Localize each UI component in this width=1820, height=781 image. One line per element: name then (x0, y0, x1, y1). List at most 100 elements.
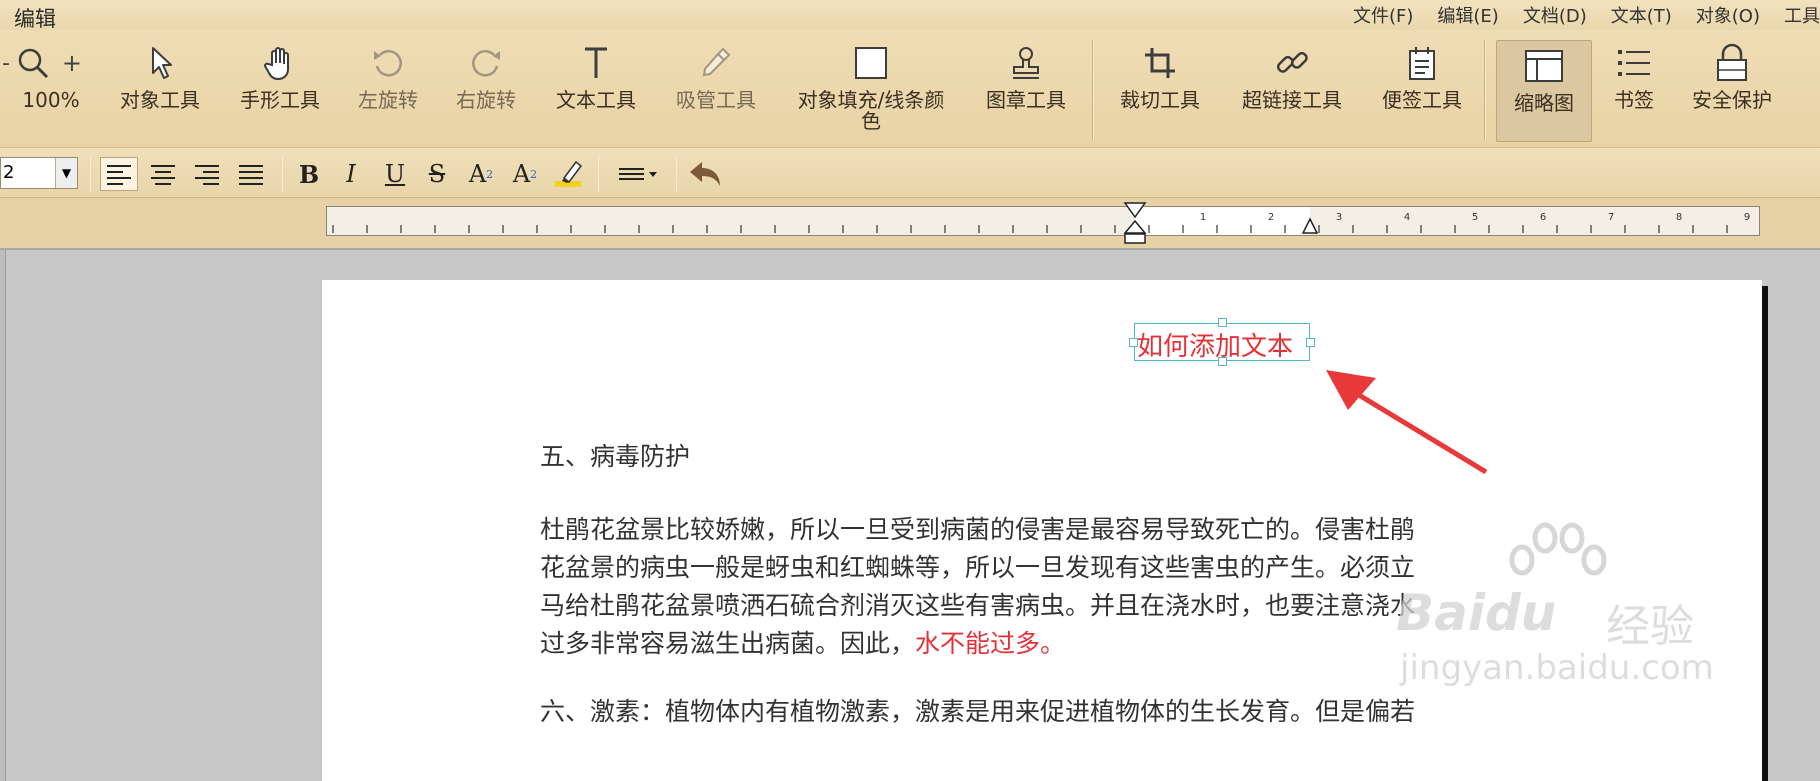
align-right-icon (195, 165, 219, 185)
tool-fill-color-label-2: 色 (861, 109, 881, 133)
window-title: 编辑 (14, 7, 56, 31)
tool-bookmark-label: 书签 (1614, 88, 1654, 112)
format-toolbar: 2 ▼ B I U S A2 A2 (0, 148, 1820, 198)
stamp-icon (1013, 47, 1039, 79)
superscript-letter: A (468, 160, 487, 188)
ruler-number: 4 (1404, 212, 1410, 223)
paragraph-line-2: 花盆景的病虫一般是蚜虫和红蜘蛛等，所以一旦发现有这些害虫的产生。必须立 (540, 553, 1416, 582)
ruler-number: 1 (1200, 212, 1206, 223)
title-bar: 编辑 文件(F) 编辑(E) 文档(D) 文本(T) 对象(O) 工具 (0, 0, 1820, 31)
paragraph-line-3: 马给杜鹃花盆景喷洒石硫合剂消灭这些有害病虫。并且在浇水时，也要注意浇水 (540, 591, 1416, 620)
zoom-out-icon[interactable]: - (2, 51, 10, 76)
tool-security[interactable]: 安全保护 (1684, 38, 1780, 112)
strikethrough-button[interactable]: S (418, 157, 456, 191)
paragraph-line-5: 六、激素：植物体内有植物激素，激素是用来促进植物体的生长发育。但是偏若 (540, 697, 1416, 726)
pointer-icon (152, 47, 172, 79)
format-divider-4 (676, 156, 677, 192)
thumbnail-icon (1525, 50, 1563, 82)
subscript-mark: 2 (530, 167, 538, 181)
indent-marker-icon[interactable] (1123, 201, 1147, 245)
ruler-number: 3 (1336, 212, 1342, 223)
selected-textbox[interactable]: 如何添加文本 (1129, 318, 1315, 366)
eyedropper-icon (702, 47, 731, 77)
subscript-button[interactable]: A2 (506, 157, 544, 191)
align-justify-button[interactable] (232, 157, 270, 191)
right-indent-marker-icon[interactable] (1301, 217, 1319, 235)
tool-note[interactable]: 便签工具 (1374, 38, 1470, 112)
tool-hand[interactable]: 手形工具 (232, 38, 328, 112)
tool-stamp[interactable]: 图章工具 (976, 38, 1076, 112)
zoom-in-icon[interactable]: + (62, 49, 82, 77)
italic-button[interactable]: I (332, 157, 370, 191)
format-divider-2 (282, 156, 283, 192)
font-size-select[interactable]: 2 ▼ (0, 157, 78, 189)
tool-hyperlink-label: 超链接工具 (1242, 88, 1342, 112)
resize-handle-top[interactable] (1218, 318, 1227, 327)
page-shadow (1762, 286, 1768, 781)
tool-text[interactable]: 文本工具 (548, 38, 644, 112)
align-right-button[interactable] (188, 157, 226, 191)
hand-icon (264, 47, 289, 81)
document-canvas[interactable]: 如何添加文本 五、病毒防护 杜鹃花盆景比较娇嫩，所以一旦受到病菌的侵害是最容易导… (0, 248, 1820, 781)
ruler-bar: 1 2 3 4 5 6 7 8 9 (0, 198, 1820, 248)
subscript-letter: A (512, 160, 531, 188)
main-toolbar: - + 100% 对象工具 手形工具 左旋转 右旋转 文本工具 吸管工具 对象填… (0, 30, 1820, 148)
menu-document[interactable]: 文档(D) (1523, 2, 1587, 28)
menu-text[interactable]: 文本(T) (1611, 2, 1672, 28)
tool-rotate-right[interactable]: 右旋转 (448, 38, 524, 112)
menu-object[interactable]: 对象(O) (1696, 2, 1760, 28)
tool-note-label: 便签工具 (1382, 88, 1462, 112)
menu-edit[interactable]: 编辑(E) (1437, 2, 1498, 28)
ruler-number: 9 (1744, 212, 1750, 223)
note-icon (1409, 47, 1435, 80)
toolbar-divider-2 (1484, 40, 1486, 140)
line-spacing-dropdown[interactable] (608, 157, 668, 191)
underline-button[interactable]: U (376, 157, 414, 191)
undo-button[interactable] (686, 157, 724, 191)
rotate-left-icon (374, 50, 402, 77)
resize-handle-left[interactable] (1129, 338, 1138, 347)
tool-crop[interactable]: 裁切工具 (1112, 38, 1208, 112)
tool-fill-color[interactable]: 对象填充/线条颜 色 (786, 38, 956, 133)
resize-handle-bottom[interactable] (1218, 357, 1227, 366)
toolbar-divider (1092, 40, 1094, 140)
watermark-url: jingyan.baidu.com (1400, 648, 1714, 688)
format-divider (90, 156, 91, 192)
menu-tools[interactable]: 工具 (1784, 2, 1820, 28)
ruler-ticks: 1 2 3 4 5 6 7 8 9 (332, 212, 1750, 233)
undo-icon (690, 162, 720, 186)
paragraph-line-1: 杜鹃花盆景比较娇嫩，所以一旦受到病菌的侵害是最容易导致死亡的。侵害杜鹃 (540, 515, 1416, 544)
bookmark-list-icon (1618, 50, 1650, 76)
ruler-number: 6 (1540, 212, 1546, 223)
font-size-value: 2 (3, 162, 15, 183)
align-center-icon (151, 165, 175, 185)
tool-crop-label: 裁切工具 (1120, 88, 1200, 112)
paw-logo-icon (1509, 522, 1607, 576)
superscript-button[interactable]: A2 (462, 157, 500, 191)
highlighter-icon (555, 160, 583, 187)
tool-bookmark[interactable]: 书签 (1600, 38, 1668, 112)
ruler-number: 2 (1268, 212, 1274, 223)
zoom-level: 100% (22, 88, 80, 112)
tool-object[interactable]: 对象工具 (112, 38, 208, 112)
horizontal-ruler[interactable]: 1 2 3 4 5 6 7 8 9 (326, 202, 1760, 244)
tool-text-label: 文本工具 (556, 88, 636, 112)
bold-button[interactable]: B (290, 157, 328, 191)
tool-hyperlink[interactable]: 超链接工具 (1234, 38, 1350, 112)
resize-handle-right[interactable] (1306, 338, 1315, 347)
tool-rotate-left[interactable]: 左旋转 (350, 38, 426, 112)
chevron-down-icon[interactable]: ▼ (55, 158, 77, 188)
lock-icon (1717, 43, 1747, 81)
tool-thumbnail[interactable]: 缩略图 (1496, 40, 1592, 142)
zoom-control[interactable]: - + 100% (0, 38, 84, 112)
text-tool-icon (585, 47, 607, 78)
tool-security-label: 安全保护 (1692, 88, 1772, 112)
menu-bar: 文件(F) 编辑(E) 文档(D) 文本(T) 对象(O) 工具 (1353, 2, 1820, 28)
textbox-text[interactable]: 如何添加文本 (1137, 326, 1293, 363)
highlight-button[interactable] (550, 157, 588, 191)
align-center-button[interactable] (144, 157, 182, 191)
align-left-icon (107, 165, 131, 185)
menu-file[interactable]: 文件(F) (1353, 2, 1413, 28)
align-left-button[interactable] (100, 157, 138, 191)
tool-eyedropper[interactable]: 吸管工具 (668, 38, 764, 112)
